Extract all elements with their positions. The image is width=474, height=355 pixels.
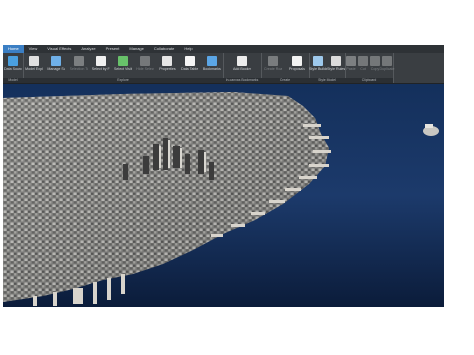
- menu-item-present[interactable]: Present: [101, 45, 125, 53]
- hide-selection-button[interactable]: Hide Selection: [136, 56, 154, 71]
- rules-icon: [331, 56, 341, 66]
- bookmarks-button[interactable]: Bookmarks: [203, 56, 221, 71]
- bookmark-icon: [206, 56, 217, 66]
- model-explorer-button[interactable]: Model Explorer: [25, 56, 43, 71]
- ribbon-button-label: Create Road: [264, 67, 282, 71]
- duplicate-icon: [382, 56, 392, 66]
- ribbon-group-model: Data Sources Model: [3, 53, 24, 83]
- data-sources-button[interactable]: Data Sources: [4, 56, 22, 71]
- menu-item-help[interactable]: Help: [179, 45, 197, 53]
- menu-item-view[interactable]: View: [24, 45, 43, 53]
- layers-icon: [51, 56, 62, 66]
- proposals-button[interactable]: Proposals: [288, 56, 306, 71]
- selection-tool-button[interactable]: Selection Tool: [70, 56, 88, 71]
- ribbon-group-label: Style Model: [309, 78, 345, 83]
- duplicate-button[interactable]: Duplicate: [378, 56, 396, 71]
- ribbon-button-label: Hide Selection: [136, 67, 155, 71]
- ribbon-button-label: Duplicate: [379, 67, 395, 71]
- ribbon-button-label: Proposals: [289, 67, 305, 71]
- menu-item-home[interactable]: Home: [3, 45, 24, 53]
- select-by-filter-button[interactable]: Select by Filter: [92, 56, 110, 71]
- menu-item-visual-effects[interactable]: Visual Effects: [42, 45, 76, 53]
- style-icon: [313, 56, 323, 66]
- ribbon-button-label: Data Sources: [4, 67, 22, 71]
- island-structure: [425, 124, 433, 128]
- ribbon-button-label: Data Table: [181, 67, 199, 71]
- add-bookmark-button[interactable]: Add Bookmark: [233, 56, 251, 71]
- ribbon-group-label: Explore: [23, 78, 223, 83]
- ribbon-group-label: Clipboard: [345, 78, 393, 83]
- ribbon-group-label: In-canvas Bookmarks: [223, 78, 261, 83]
- ribbon-group-explore: Model ExplorerManage Surface LayersSelec…: [23, 53, 224, 83]
- table-icon: [184, 56, 195, 66]
- ribbon-button-label: Add Bookmark: [233, 67, 251, 71]
- select-visible-icon: [118, 56, 128, 66]
- ribbon-group-label: Model: [3, 78, 23, 83]
- menu-item-collaborate[interactable]: Collaborate: [149, 45, 179, 53]
- ribbon-button-label: Manage Surface Layers: [47, 67, 66, 71]
- properties-icon: [162, 56, 173, 66]
- ribbon-group-label: Create: [261, 78, 309, 83]
- ribbon-button-label: Properties: [159, 67, 176, 71]
- style-builder-button[interactable]: Style Builder: [309, 56, 327, 71]
- data-table-button[interactable]: Data Table: [181, 56, 199, 71]
- menu-item-analyze[interactable]: Analyze: [76, 45, 100, 53]
- ribbon-group-create: Create Road Proposals Create: [261, 53, 310, 83]
- ribbon-group-styles: Style BuilderStyle RulesStyle Model: [309, 53, 346, 83]
- 3d-city-viewport[interactable]: [3, 84, 444, 307]
- ribbon-button-label: Style Builder: [309, 67, 327, 71]
- ribbon-button-label: Bookmarks: [202, 67, 221, 71]
- proposals-icon: [292, 56, 302, 66]
- cursor-icon: [73, 56, 84, 66]
- manage-surface-layers-button[interactable]: Manage Surface Layers: [47, 56, 65, 71]
- ribbon-button-label: Selection Tool: [69, 67, 88, 71]
- ribbon-button-label: Select Visible: [114, 67, 132, 71]
- ribbon-toolbar: Data Sources Model Model Explorer Manage Su…: [3, 53, 444, 84]
- menu-item-manage[interactable]: Manage: [124, 45, 148, 53]
- application-window: Home View Visual Effects Analyze Present Mana…: [3, 45, 444, 307]
- tree-icon: [29, 56, 40, 66]
- ribbon-group-bookmarks: Add Bookmark In-canvas Bookmarks: [223, 53, 262, 83]
- ribbon-button-label: Select by Filter: [91, 67, 110, 71]
- create-road-button[interactable]: Create Road: [264, 56, 282, 71]
- hide-icon: [140, 56, 151, 66]
- database-icon: [8, 56, 18, 66]
- select-visible-button[interactable]: Select Visible: [114, 56, 132, 71]
- properties-button[interactable]: Properties: [158, 56, 176, 71]
- add-bookmark-icon: [237, 56, 247, 66]
- menu-bar: Home View Visual Effects Analyze Present Mana…: [3, 45, 444, 53]
- filter-icon: [95, 56, 106, 66]
- road-icon: [268, 56, 278, 66]
- ribbon-button-label: Model Explorer: [25, 67, 43, 71]
- ribbon-group-clipboard: Paste Cut Copy Duplicate Clipboard: [345, 53, 394, 83]
